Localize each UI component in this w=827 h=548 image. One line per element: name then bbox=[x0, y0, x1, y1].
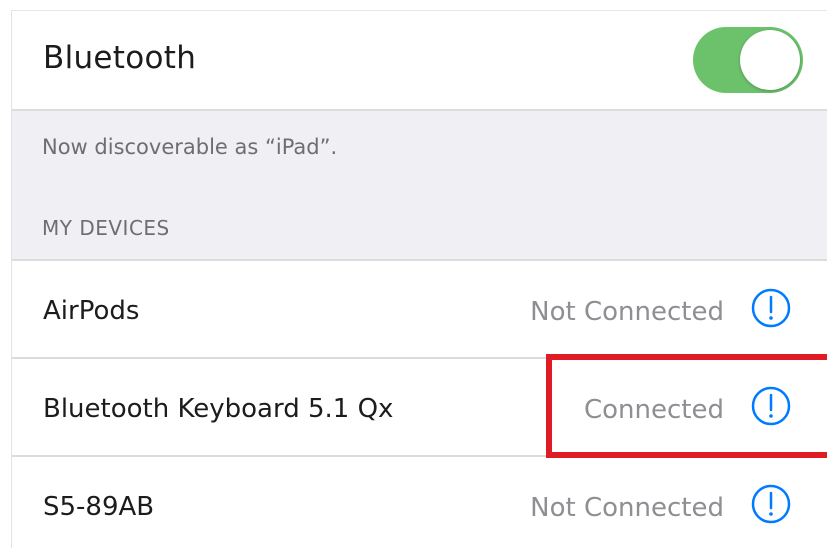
settings-panel: Bluetooth Now discoverable as “iPad”. MY… bbox=[11, 11, 827, 548]
discoverable-text: Now discoverable as “iPad”. bbox=[42, 135, 338, 159]
device-name: S5-89AB bbox=[43, 492, 155, 522]
section-header-my-devices: MY DEVICES bbox=[42, 216, 170, 240]
toggle-knob bbox=[740, 30, 800, 90]
device-name: Bluetooth Keyboard 5.1 Qx bbox=[43, 394, 394, 424]
left-margin bbox=[0, 0, 11, 548]
bluetooth-settings-screen: Bluetooth Now discoverable as “iPad”. MY… bbox=[0, 0, 827, 548]
info-icon[interactable] bbox=[751, 484, 791, 524]
bluetooth-toggle[interactable] bbox=[693, 27, 803, 93]
discoverable-group: Now discoverable as “iPad”. MY DEVICES bbox=[12, 111, 827, 259]
bluetooth-label: Bluetooth bbox=[43, 40, 197, 76]
device-status: Not Connected bbox=[530, 493, 724, 523]
device-name: AirPods bbox=[43, 296, 140, 326]
highlight-box bbox=[546, 354, 827, 458]
device-status: Not Connected bbox=[530, 297, 724, 327]
device-row-airpods[interactable]: AirPods Not Connected bbox=[12, 259, 827, 357]
bluetooth-row: Bluetooth bbox=[12, 11, 827, 111]
info-icon[interactable] bbox=[751, 288, 791, 328]
device-row-s5-89ab[interactable]: S5-89AB Not Connected bbox=[12, 455, 827, 548]
top-margin bbox=[11, 0, 827, 11]
